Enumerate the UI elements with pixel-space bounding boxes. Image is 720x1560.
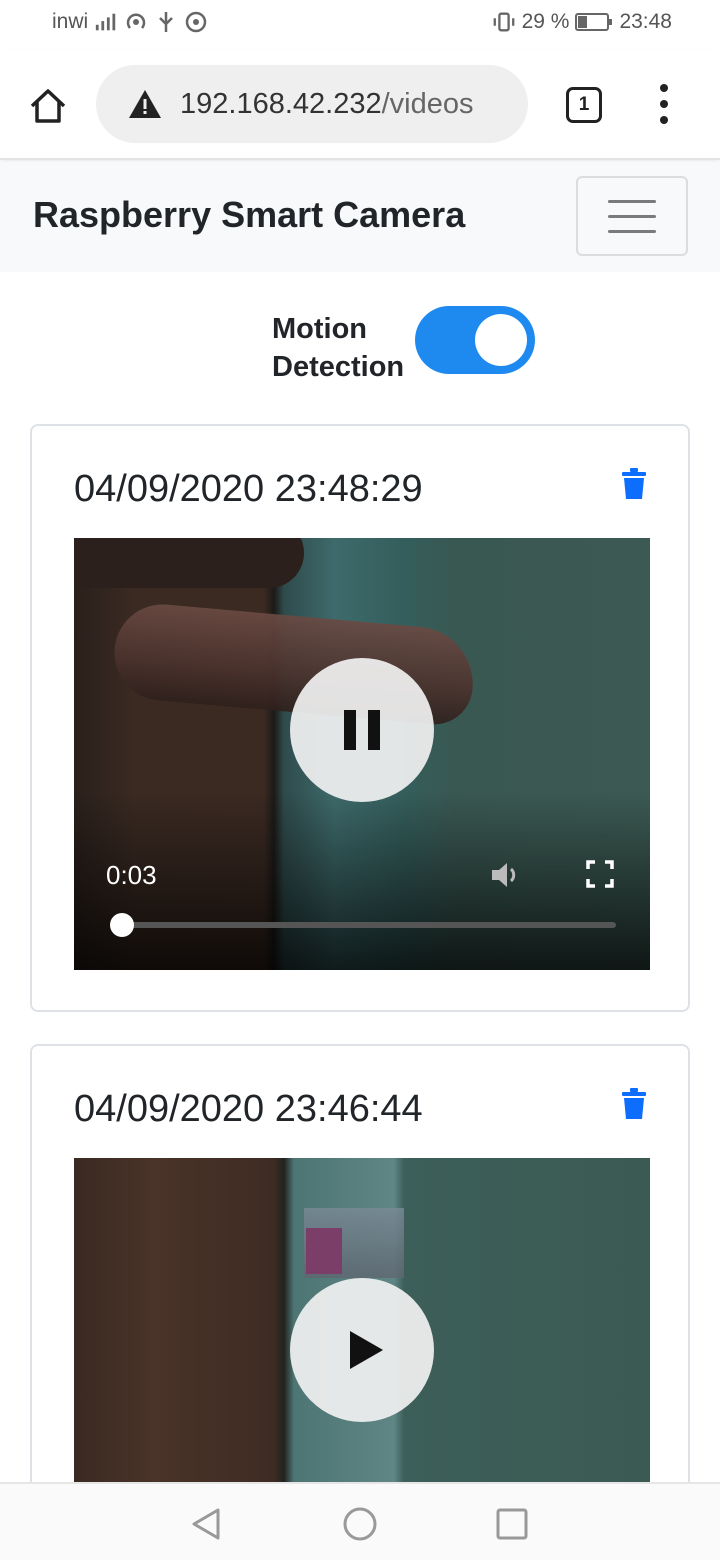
url-text: 192.168.42.232/videos	[180, 88, 473, 121]
app-navbar: Raspberry Smart Camera	[0, 162, 720, 272]
url-path: /videos	[381, 87, 474, 120]
seek-handle[interactable]	[110, 913, 134, 937]
recents-icon[interactable]	[492, 1504, 532, 1544]
video-title: 04/09/2020 23:46:44	[74, 1088, 423, 1130]
video-card: 04/09/2020 23:48:29 0:03	[30, 424, 690, 1012]
tab-count: 1	[578, 94, 590, 115]
vibrate-icon	[492, 10, 516, 34]
status-right: 29 % 23:48	[492, 10, 672, 34]
seek-bar[interactable]	[110, 913, 616, 937]
volume-icon[interactable]	[488, 858, 522, 892]
more-vert-icon[interactable]	[650, 84, 678, 124]
hamburger-icon[interactable]	[576, 176, 688, 256]
hotspot-icon	[124, 10, 148, 34]
brand-title[interactable]: Raspberry Smart Camera	[33, 194, 465, 236]
battery-percent: 29 %	[521, 10, 570, 33]
motion-detection-toggle[interactable]	[415, 306, 535, 374]
fullscreen-icon[interactable]	[586, 860, 614, 888]
status-clock: 23:48	[619, 10, 672, 33]
carrier-label: inwi	[52, 10, 89, 33]
play-icon	[349, 1331, 383, 1369]
system-nav-bar	[0, 1482, 720, 1560]
trash-icon[interactable]	[620, 468, 648, 500]
url-host: 192.168.42.232	[180, 87, 382, 120]
address-bar[interactable]: 192.168.42.232/videos	[96, 65, 528, 143]
usb-icon	[154, 10, 178, 34]
home-nav-icon[interactable]	[340, 1504, 380, 1544]
toggle-knob	[475, 314, 527, 366]
back-icon[interactable]	[186, 1504, 226, 1544]
tabs-icon[interactable]: 1	[566, 87, 602, 123]
play-button[interactable]	[290, 1278, 434, 1422]
video-player[interactable]	[74, 1158, 650, 1538]
warning-icon	[129, 90, 161, 118]
status-bar: inwi 29 % 23:48	[0, 0, 720, 50]
battery-icon	[575, 10, 613, 34]
pause-icon	[344, 710, 380, 750]
pause-button[interactable]	[290, 658, 434, 802]
status-left: inwi	[52, 10, 208, 34]
video-card: 04/09/2020 23:46:44	[30, 1044, 690, 1538]
motion-detection-control: Motion Detection	[272, 306, 542, 390]
trash-icon[interactable]	[620, 1088, 648, 1120]
video-player[interactable]: 0:03	[74, 538, 650, 970]
home-icon[interactable]	[26, 84, 70, 128]
browser-toolbar: 192.168.42.232/videos 1	[0, 50, 720, 160]
video-title: 04/09/2020 23:48:29	[74, 468, 423, 510]
motion-detection-label: Motion Detection	[272, 313, 405, 383]
current-time: 0:03	[106, 860, 157, 890]
signal-icon	[94, 10, 118, 34]
whatsapp-icon	[184, 10, 208, 34]
